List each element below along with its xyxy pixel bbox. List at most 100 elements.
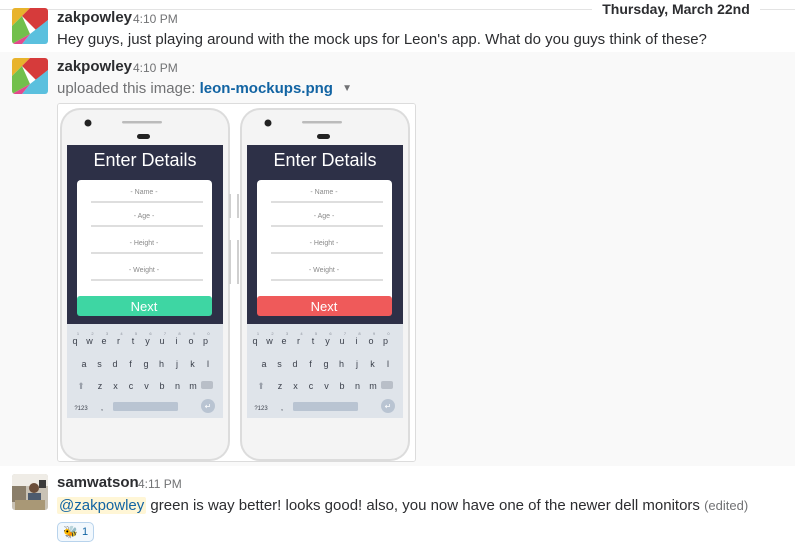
key: e [101,336,106,346]
avatar-photo [12,474,48,510]
next-label-1: Next [131,299,158,314]
key: g [323,359,328,369]
key: k [190,359,195,369]
key: l [387,359,389,369]
field-placeholder: - Height - [130,240,159,247]
shift-icon: ⬆ [257,381,265,391]
key: w [85,336,93,346]
space-key [113,402,178,411]
key: z [98,381,103,391]
backspace-icon [201,381,213,389]
key: g [143,359,148,369]
key: q [72,336,77,346]
key: d [292,359,297,369]
avatar-image [12,58,48,94]
key: m [369,381,377,391]
user-mention[interactable]: @zakpowley [57,497,147,514]
key: w [265,336,273,346]
field-placeholder: - Name - [310,189,338,196]
avatar[interactable] [12,8,48,44]
key: m [189,381,197,391]
field-placeholder: - Age - [314,213,335,220]
key: h [159,359,164,369]
timestamp[interactable]: 4:10 PM [133,61,178,75]
key: k [370,359,375,369]
chevron-down-icon[interactable]: ▼ [342,83,352,94]
message-body: green is way better! looks good! also, y… [146,497,700,514]
field-placeholder: - Weight - [129,267,160,274]
symbols-key: ?123 [254,406,268,412]
message: samwatson 4:11 PM @zakpowley green is wa… [0,466,795,549]
key: r [117,336,120,346]
key: c [129,381,134,391]
avatar[interactable] [12,474,48,510]
shift-icon: ⬆ [77,381,85,391]
key: b [159,381,164,391]
key: o [188,336,193,346]
upload-line: uploaded this image: leon-mockups.png ▼ [57,80,352,97]
key: i [356,336,358,346]
key: b [339,381,344,391]
field-placeholder: - Age - [134,213,155,220]
key: q [252,336,257,346]
key: o [368,336,373,346]
mockup-image: Enter Details - Name - - Age - - Height - -… [58,104,415,461]
key: n [175,381,180,391]
key: u [159,336,164,346]
timestamp[interactable]: 4:10 PM [133,12,178,26]
key: d [112,359,117,369]
symbols-key: ?123 [74,406,88,412]
key: s [277,359,282,369]
key: i [176,336,178,346]
bee-emoji-icon: 🐝 [63,525,78,539]
enter-arrow-icon: ↵ [205,402,212,411]
key: v [144,381,149,391]
key: c [309,381,314,391]
key: l [207,359,209,369]
key: x [113,381,118,391]
image-preview[interactable]: Enter Details - Name - - Age - - Height - -… [57,103,416,462]
field-placeholder: - Height - [310,240,339,247]
key: y [145,336,150,346]
phone-mockup-2: Enter Details - Name - - Age - - Height - -… [237,108,410,461]
key: n [355,381,360,391]
message-text: Hey guys, just playing around with the m… [57,31,707,48]
reaction-badge[interactable]: 🐝 1 [57,522,95,542]
screen-title-1: Enter Details [93,150,196,170]
message-text: @zakpowley green is way better! looks go… [57,497,748,514]
key: p [203,336,208,346]
comma-key: , [101,403,103,412]
sender-name[interactable]: zakpowley [57,58,132,75]
avatar[interactable] [12,58,48,94]
key: v [324,381,329,391]
key: y [325,336,330,346]
backspace-icon [381,381,393,389]
timestamp[interactable]: 4:11 PM [138,477,182,491]
key: a [261,359,266,369]
key: z [278,381,283,391]
field-placeholder: - Weight - [309,267,340,274]
next-label-2: Next [311,299,338,314]
message: zakpowley 4:10 PM Hey guys, just playing… [0,0,795,52]
key: u [339,336,344,346]
space-key [293,402,358,411]
sender-name[interactable]: zakpowley [57,9,132,26]
key: s [97,359,102,369]
sender-name[interactable]: samwatson [57,474,139,491]
edited-label: (edited) [704,498,749,513]
key: x [293,381,298,391]
phone-mockup-1: Enter Details - Name - - Age - - Height - -… [60,108,231,461]
avatar-image [12,8,48,44]
key: p [383,336,388,346]
enter-arrow-icon: ↵ [385,402,392,411]
upload-prefix: uploaded this image: [57,80,196,97]
key: j [355,359,358,369]
file-link[interactable]: leon-mockups.png [200,80,333,97]
key: h [339,359,344,369]
field-placeholder: - Name - [130,189,158,196]
key: e [281,336,286,346]
key: r [297,336,300,346]
reaction-count: 1 [81,526,89,538]
screen-title-2: Enter Details [273,150,376,170]
key: a [81,359,86,369]
